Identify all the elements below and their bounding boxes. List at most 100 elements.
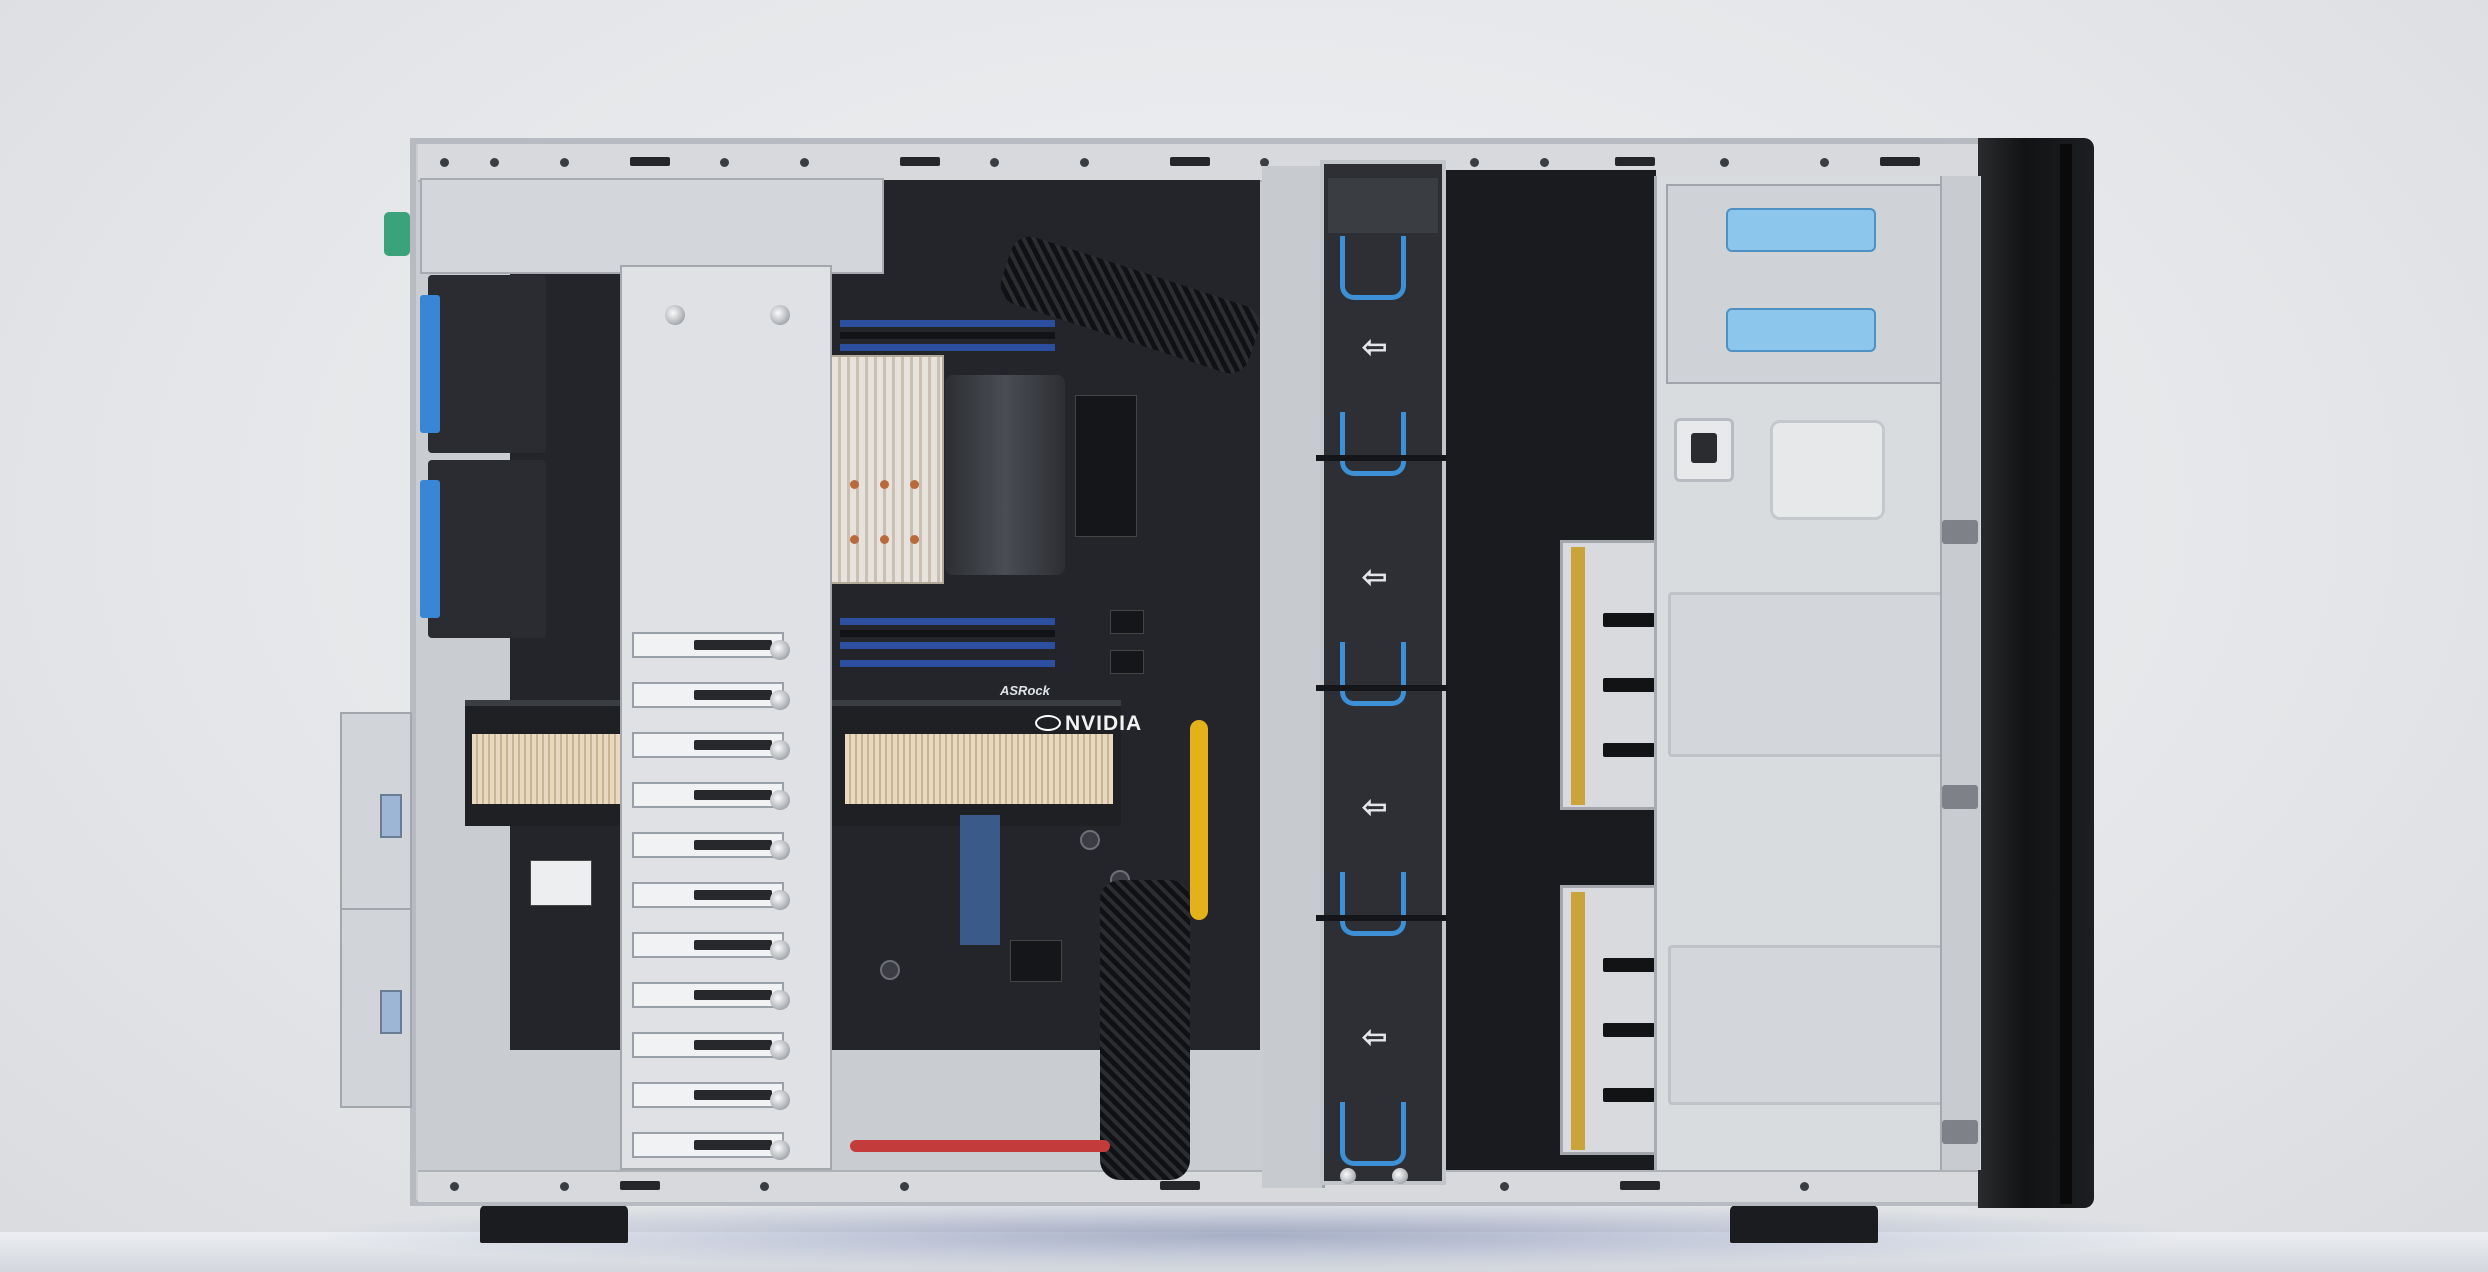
fan-handle[interactable] [1340, 872, 1406, 936]
board-brand-label: ASRock [1000, 683, 1050, 698]
bracket-screw [770, 890, 790, 910]
rail-hole [1720, 158, 1729, 167]
pcie-slot-cover [632, 632, 784, 658]
bracket-screw [770, 840, 790, 860]
fan-wall-screw [1340, 1168, 1356, 1184]
drive-slot [1603, 1088, 1655, 1102]
bezel-edge [2060, 144, 2072, 1204]
gpu-brand-label: NVIDIA [1065, 712, 1143, 735]
gpu-brand: NVIDIA [1035, 712, 1142, 736]
panel-emboss [1770, 420, 1885, 520]
rail-slot [1170, 157, 1210, 166]
rail-hole [1800, 1182, 1809, 1191]
bay-latch[interactable] [1706, 208, 1896, 252]
pcie-slot-cover [632, 732, 784, 758]
drive-cage-lower [1560, 885, 1660, 1155]
pcie-slot-cover [632, 682, 784, 708]
fan-handle[interactable] [1340, 412, 1406, 476]
chassis-foot-right [1730, 1205, 1878, 1243]
fan-divider [1316, 685, 1446, 691]
fan-clip [420, 295, 440, 433]
rail-hole [1080, 158, 1089, 167]
pcie-slot-cover [632, 832, 784, 858]
rear-fan-bottom [420, 460, 546, 638]
bracket-screw [770, 990, 790, 1010]
pcie-slot-cover [632, 1132, 784, 1158]
dimm-slot [840, 660, 1055, 667]
backplane [1571, 892, 1585, 1150]
rail-hole [560, 158, 569, 167]
backplane [1571, 547, 1585, 805]
fan-handle[interactable] [1340, 236, 1406, 300]
front-bezel [1978, 138, 2094, 1208]
rail-hole [760, 1182, 769, 1191]
rail-slot [1160, 1181, 1200, 1190]
pcie-slot-cover [632, 782, 784, 808]
rail-hole [560, 1182, 569, 1191]
drive-slot [1603, 743, 1655, 757]
vrm-heatsink [830, 355, 944, 584]
airflow-arrow-icon: ⇦ [1362, 791, 1388, 824]
heatpipe [880, 480, 889, 489]
bracket-screw [770, 740, 790, 760]
rear-fan-top [420, 275, 546, 453]
io-port [380, 990, 402, 1034]
photo-scene: ASRock NVIDIA 88 ⇦ [0, 0, 2488, 1272]
cpu-cooler-fan [945, 375, 1065, 575]
bezel-tab [1942, 520, 1978, 544]
gpu-heatsink-fins [845, 734, 1113, 804]
airflow-arrow-icon: ⇦ [1362, 561, 1388, 594]
bracket-screw [770, 690, 790, 710]
panel-recess [1668, 945, 1948, 1105]
pcie-slot-cover [632, 882, 784, 908]
airflow-arrow-icon: ⇦ [1362, 331, 1388, 364]
drive-slot [1603, 678, 1655, 692]
capacitor [880, 960, 900, 980]
rail-hole [1470, 158, 1479, 167]
rail-hole [1820, 158, 1829, 167]
fan-wall-screw [1392, 1168, 1408, 1184]
io-port [380, 794, 402, 838]
panel-recess [1668, 592, 1948, 757]
rail-slot [1620, 1181, 1660, 1190]
rail-hole [450, 1182, 459, 1191]
dimm-slot [840, 344, 1055, 351]
pcie-slot-cover [632, 1082, 784, 1108]
heatpipe [910, 535, 919, 544]
vrm-chips [1075, 395, 1137, 537]
fan-wall-frame [1262, 166, 1325, 1188]
rail-slot [900, 157, 940, 166]
drive-slot [1603, 958, 1655, 972]
drive-slot [1603, 1023, 1655, 1037]
rail-hole [900, 1182, 909, 1191]
fan-handle[interactable] [1340, 1102, 1406, 1166]
rail-slot [1880, 157, 1920, 166]
bezel-tab [1942, 785, 1978, 809]
bracket-screw [770, 305, 790, 325]
bay-latch[interactable] [1706, 308, 1896, 352]
heatpipe [850, 480, 859, 489]
fan-divider [1316, 915, 1446, 921]
gpu-heatsink-fins [472, 734, 622, 804]
bracket-screw [770, 640, 790, 660]
fan-handle[interactable] [1340, 642, 1406, 706]
drive-slot [1603, 613, 1655, 627]
chipset [1010, 940, 1062, 982]
dimm-slot [840, 618, 1055, 625]
rail-slot [1615, 157, 1655, 166]
rail-hole [720, 158, 729, 167]
front-side-rail [1940, 176, 1980, 1170]
pcie-slot-cover [632, 1032, 784, 1058]
heatpipe [850, 535, 859, 544]
fan-wall-mount [1328, 178, 1438, 233]
nvidia-eye-icon [1035, 715, 1061, 731]
psu-cage [420, 178, 884, 274]
header-connector [1110, 650, 1144, 674]
header-connector [1110, 610, 1144, 634]
rail-hole [1500, 1182, 1509, 1191]
rail-slot [620, 1181, 660, 1190]
green-latch [384, 212, 410, 256]
dimm-slot [840, 630, 1055, 637]
rail-hole [1540, 158, 1549, 167]
bracket-screw [770, 790, 790, 810]
